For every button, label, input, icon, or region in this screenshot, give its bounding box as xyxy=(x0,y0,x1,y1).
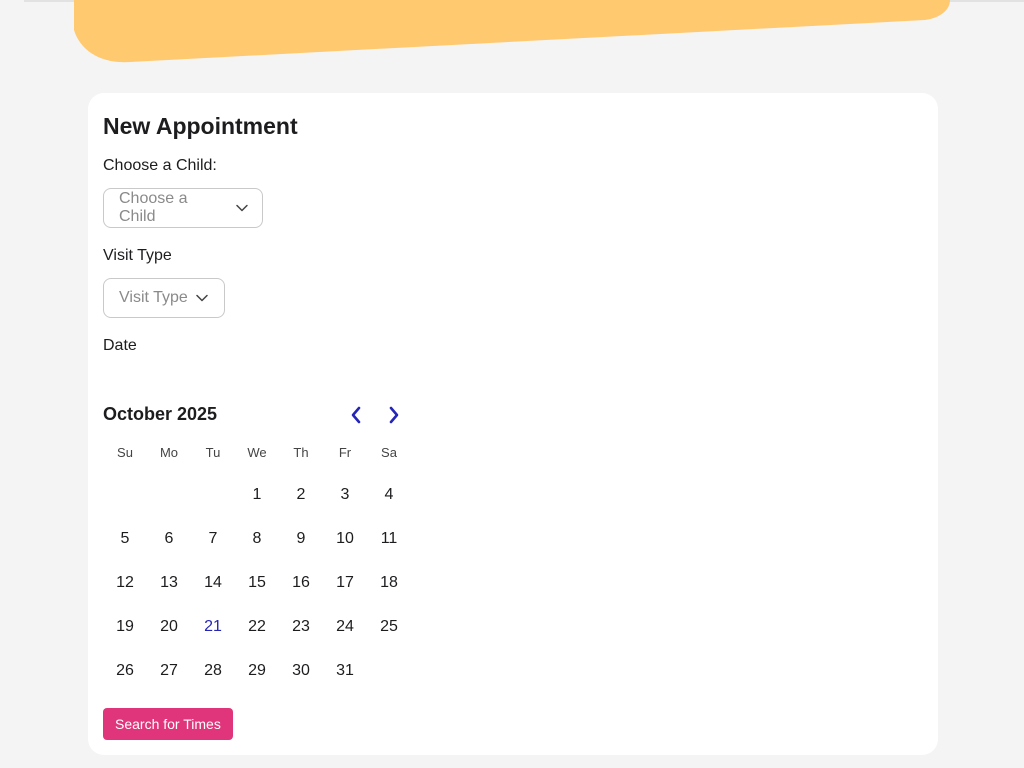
chevron-right-icon xyxy=(389,406,399,424)
page-title: New Appointment xyxy=(103,113,298,139)
calendar-day[interactable]: 21 xyxy=(191,605,235,649)
visit-type-placeholder: Visit Type xyxy=(119,289,188,306)
weekday-label: Fr xyxy=(338,445,352,460)
chevron-left-icon xyxy=(351,406,361,424)
weekday-label: Su xyxy=(117,445,133,460)
weekday-label: Tu xyxy=(205,445,221,460)
page: New Appointment Choose a Child: Choose a… xyxy=(0,0,1024,768)
calendar-week-row: 19 20 21 22 23 24 25 xyxy=(103,605,411,649)
child-select[interactable]: Choose a Child xyxy=(103,188,263,228)
previous-month-button[interactable] xyxy=(344,401,368,429)
calendar-day[interactable]: 31 xyxy=(323,649,367,693)
appointment-card: New Appointment Choose a Child: Choose a… xyxy=(88,93,938,755)
calendar-week-row: 12 13 14 15 16 17 18 xyxy=(103,561,411,605)
calendar-day[interactable]: 24 xyxy=(323,605,367,649)
calendar-day[interactable]: 13 xyxy=(147,561,191,605)
search-for-times-button[interactable]: Search for Times xyxy=(103,708,233,740)
calendar-day[interactable]: 23 xyxy=(279,605,323,649)
calendar-day[interactable]: 11 xyxy=(367,517,411,561)
child-select-placeholder: Choose a Child xyxy=(119,190,188,225)
child-label: Choose a Child: xyxy=(103,157,217,174)
calendar-day[interactable]: 29 xyxy=(235,649,279,693)
calendar-day[interactable]: 19 xyxy=(103,605,147,649)
calendar-day[interactable]: 12 xyxy=(103,561,147,605)
calendar-day[interactable]: 17 xyxy=(323,561,367,605)
calendar-empty-cell xyxy=(367,649,411,693)
calendar-day[interactable]: 3 xyxy=(323,473,367,517)
calendar-day[interactable]: 28 xyxy=(191,649,235,693)
weekday-label: Sa xyxy=(381,445,397,460)
calendar-grid: Su Mo Tu We Th Fr Sa 1 2 3 4 5 6 7 8 9 10 11 12 13 14… xyxy=(103,441,411,693)
date-label: Date xyxy=(103,337,137,354)
calendar-empty-cell xyxy=(147,473,191,517)
calendar-day[interactable]: 22 xyxy=(235,605,279,649)
calendar-weeks: 1 2 3 4 5 6 7 8 9 10 11 12 13 14 15 16 17 18 19 20 21 22 23 24 2… xyxy=(103,473,411,693)
calendar-day[interactable]: 7 xyxy=(191,517,235,561)
calendar-day[interactable]: 6 xyxy=(147,517,191,561)
calendar-day[interactable]: 14 xyxy=(191,561,235,605)
calendar-week-row: 1234 xyxy=(103,473,411,517)
weekday-header-row: Su Mo Tu We Th Fr Sa xyxy=(103,441,411,465)
weekday-label: Mo xyxy=(159,445,179,460)
calendar-day[interactable]: 9 xyxy=(279,517,323,561)
weekday-label: We xyxy=(247,445,267,460)
visit-type-select[interactable]: Visit Type xyxy=(103,278,225,318)
calendar-day[interactable]: 5 xyxy=(103,517,147,561)
calendar-day[interactable]: 16 xyxy=(279,561,323,605)
calendar-day[interactable]: 18 xyxy=(367,561,411,605)
calendar-day[interactable]: 27 xyxy=(147,649,191,693)
calendar-day[interactable]: 8 xyxy=(235,517,279,561)
calendar-day[interactable]: 30 xyxy=(279,649,323,693)
calendar-day[interactable]: 4 xyxy=(367,473,411,517)
calendar-day[interactable]: 2 xyxy=(279,473,323,517)
calendar-week-row: 5 6 7 8 9 10 11 xyxy=(103,517,411,561)
visit-type-label: Visit Type xyxy=(103,247,172,264)
calendar-day[interactable]: 15 xyxy=(235,561,279,605)
calendar-day[interactable]: 10 xyxy=(323,517,367,561)
calendar-week-row: 26 27 28 29 30 31 xyxy=(103,649,411,693)
calendar-day[interactable]: 20 xyxy=(147,605,191,649)
calendar-month-label: October 2025 xyxy=(103,404,218,424)
calendar-empty-cell xyxy=(103,473,147,517)
calendar-day[interactable]: 25 xyxy=(367,605,411,649)
calendar-empty-cell xyxy=(191,473,235,517)
next-month-button[interactable] xyxy=(382,401,406,429)
calendar-header: October 2025 xyxy=(103,401,403,429)
chevron-down-icon xyxy=(236,204,248,212)
decorative-banner-shape xyxy=(74,0,950,63)
chevron-down-icon xyxy=(196,294,208,302)
calendar-day[interactable]: 1 xyxy=(235,473,279,517)
weekday-label: Th xyxy=(293,445,309,460)
calendar-day[interactable]: 26 xyxy=(103,649,147,693)
